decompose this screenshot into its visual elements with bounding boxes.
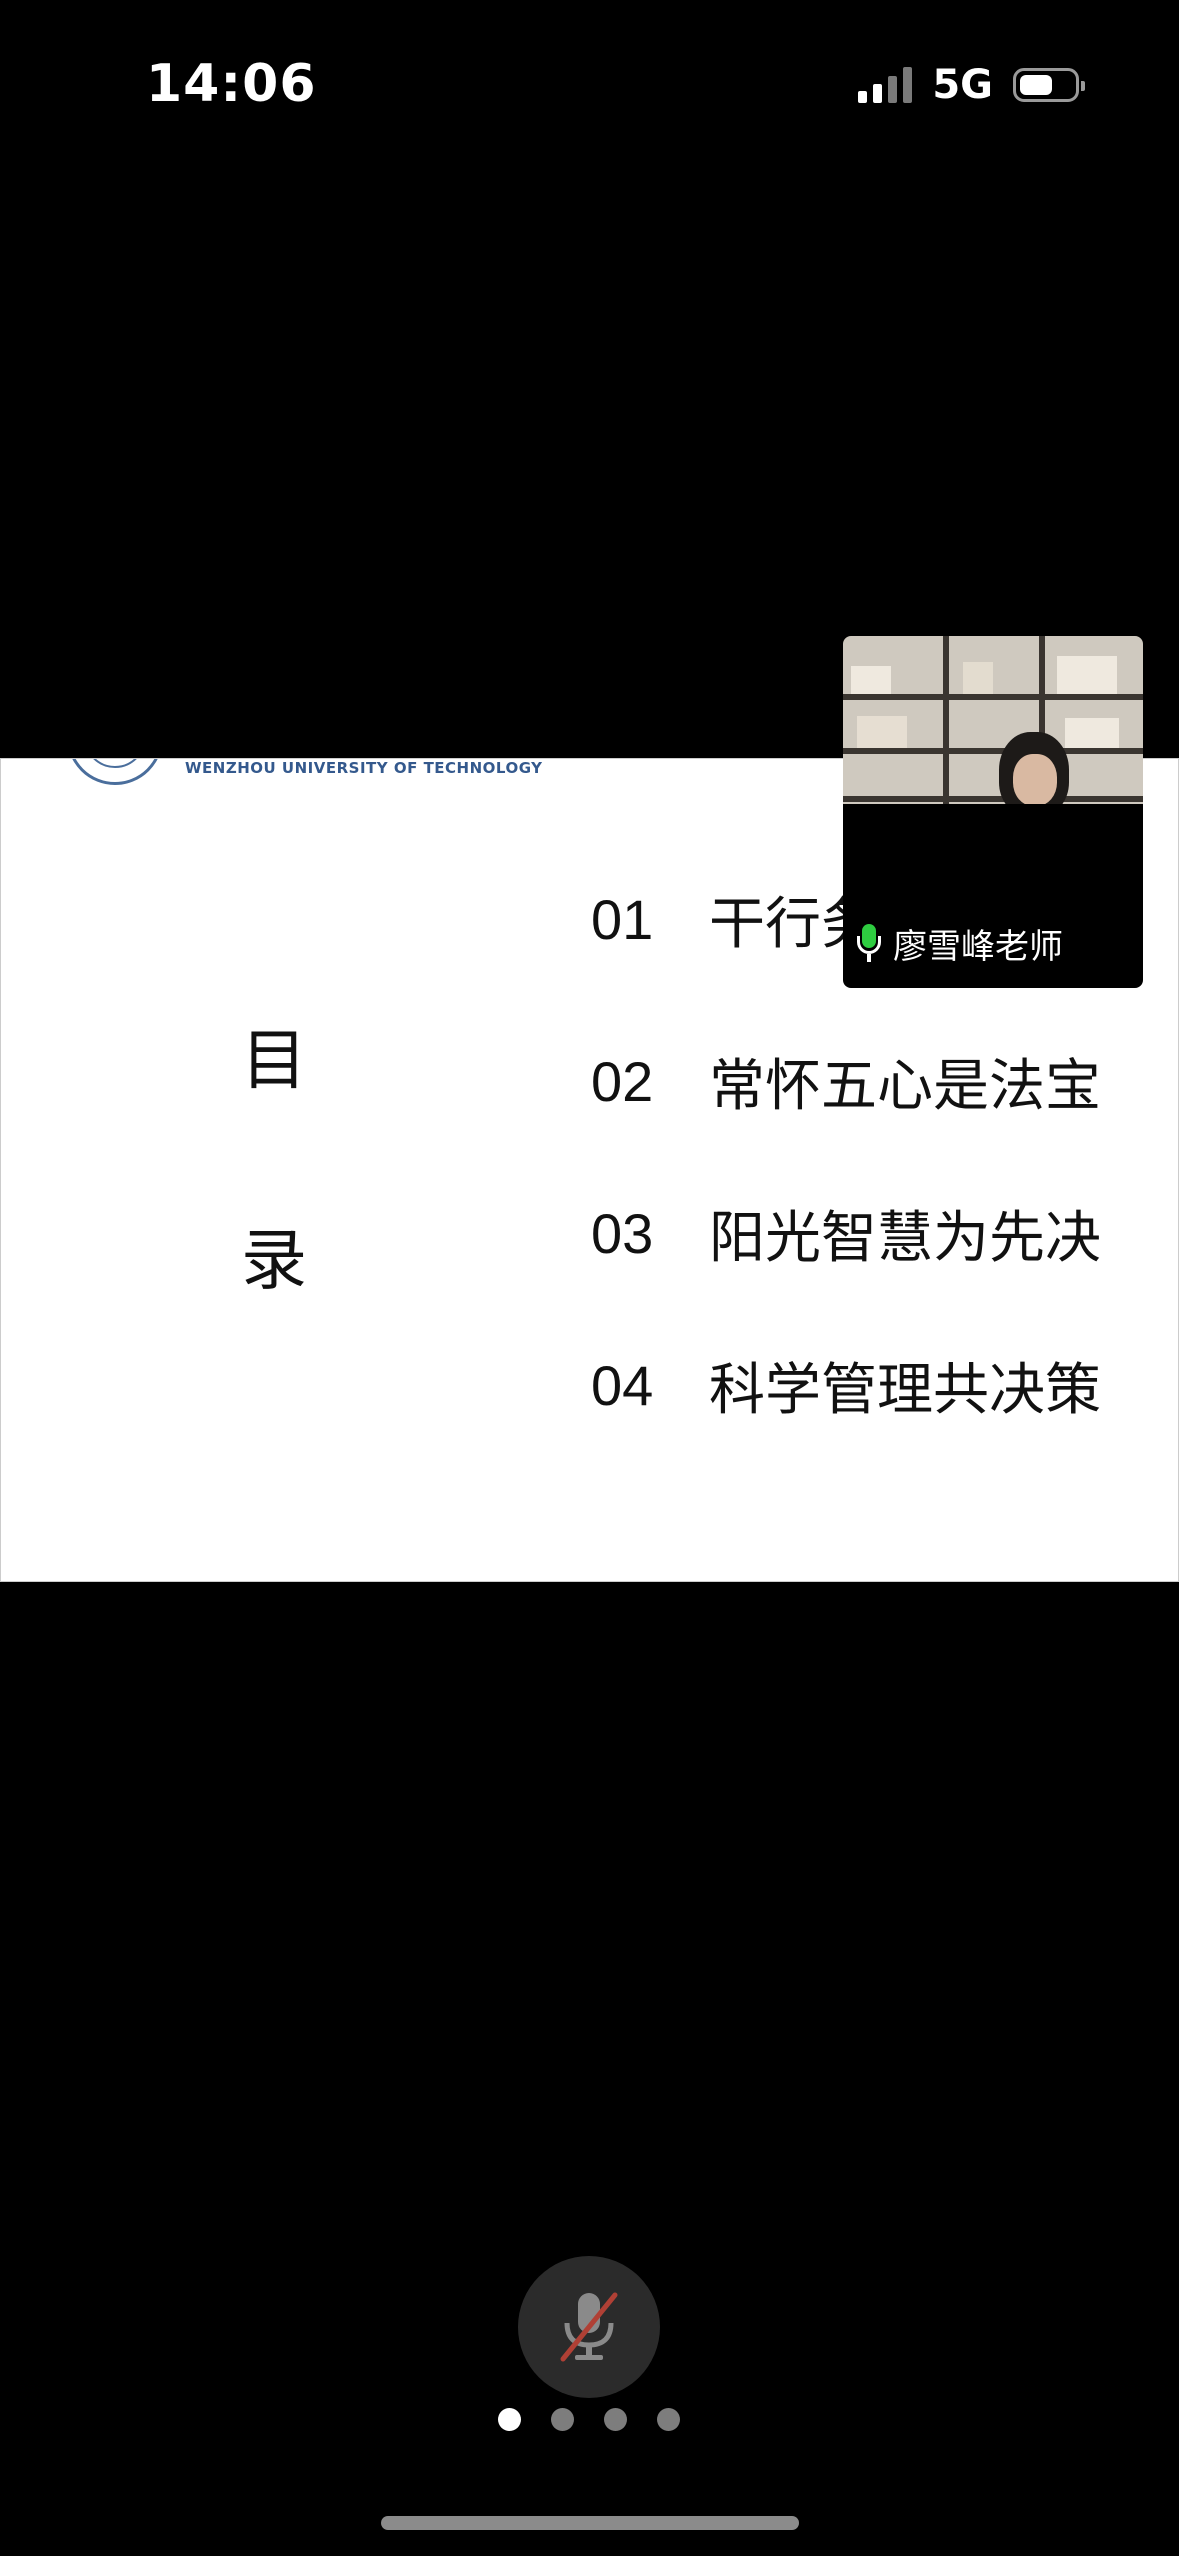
status-right: 5G — [858, 62, 1085, 108]
toc-item-number: 04 — [591, 1354, 654, 1417]
page-dot[interactable] — [498, 2408, 521, 2431]
mute-microphone-button[interactable] — [518, 2256, 660, 2398]
battery-icon — [1013, 68, 1085, 102]
toc-item-text: 常怀五心是法宝 — [709, 1054, 1101, 1119]
toc-item: 04 科学管理共决策 — [591, 1345, 1101, 1426]
cellular-signal-icon — [858, 67, 913, 103]
toc-title-char: 目 — [241, 1022, 307, 1099]
university-seal-logo — [67, 759, 163, 785]
microphone-active-icon — [857, 923, 881, 964]
toc-title-char: 录 — [241, 1222, 307, 1299]
page-dot[interactable] — [604, 2408, 627, 2431]
participant-label: 廖雪峰老师 — [857, 919, 1063, 968]
toc-item-text: 阳光智慧为先决 — [709, 1206, 1101, 1271]
university-name: WENZHOU UNIVERSITY OF TECHNOLOGY — [185, 759, 543, 777]
status-time: 14:06 — [146, 54, 317, 114]
page-dot[interactable] — [551, 2408, 574, 2431]
toc-item-text: 科学管理共决策 — [709, 1358, 1101, 1423]
microphone-muted-icon — [560, 2292, 618, 2362]
participant-name: 廖雪峰老师 — [893, 927, 1063, 967]
home-indicator[interactable] — [381, 2516, 799, 2530]
participant-video-feed — [843, 636, 1143, 804]
toc-item-number: 02 — [591, 1050, 654, 1113]
toc-item-number: 03 — [591, 1202, 654, 1265]
page-indicator — [498, 2408, 680, 2431]
toc-item: 02 常怀五心是法宝 — [591, 1041, 1101, 1122]
toc-item-number: 01 — [591, 888, 654, 951]
toc-item: 03 阳光智慧为先决 — [591, 1193, 1101, 1274]
network-type: 5G — [932, 62, 993, 108]
participant-video-tile[interactable]: 廖雪峰老师 — [843, 636, 1143, 988]
page-dot[interactable] — [657, 2408, 680, 2431]
toc-item: 01 干行务 — [591, 879, 877, 960]
